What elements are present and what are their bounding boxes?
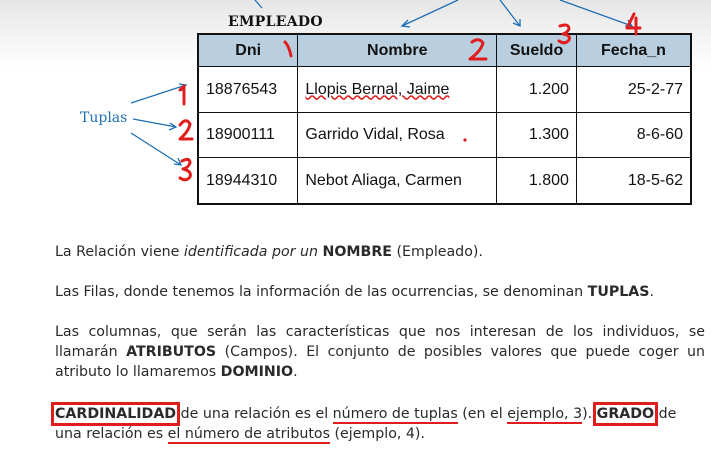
- cell-nombre: Garrido Vidal, Rosa: [297, 111, 498, 159]
- cell-dni: 18876543: [197, 66, 299, 113]
- cell-dni: 18944310: [197, 157, 299, 205]
- bold-text: DOMINIO: [220, 364, 294, 380]
- table-row: 18944310 Nebot Aliaga, Carmen 1.800 18-5…: [197, 157, 692, 205]
- italic-text: identificada por un: [183, 244, 323, 260]
- cell-nombre: Nebot Aliaga, Carmen: [297, 157, 498, 205]
- cardinalidad-boxed: CARDINALIDAD: [50, 402, 181, 426]
- paragraph-relacion: La Relación viene identificada por un NO…: [55, 242, 705, 262]
- text: .: [649, 284, 654, 300]
- column-header-sueldo: Sueldo: [496, 33, 577, 68]
- column-header-dni: Dni: [197, 33, 299, 68]
- table-row: 18876543 Llopis Bernal, Jaime 1.200 25-2…: [197, 66, 692, 113]
- paragraph-columnas: Las columnas, que serán las característi…: [55, 322, 705, 382]
- text: (Empleado).: [391, 244, 483, 260]
- cell-fecha: 8-6-60: [575, 111, 692, 159]
- table-title: EMPLEADO: [228, 14, 323, 30]
- table-row: 18900111 Garrido Vidal, Rosa 1.300 8-6-6…: [197, 111, 692, 159]
- header-row: Dni Nombre Sueldo Fecha_n: [197, 33, 692, 68]
- grado-boxed: GRADO: [592, 402, 659, 426]
- cell-nombre: Llopis Bernal, Jaime: [297, 66, 498, 113]
- tuplas-label: Tuplas: [80, 110, 128, 126]
- cell-sueldo: 1.200: [496, 66, 577, 113]
- text: de una relación es el: [176, 406, 333, 422]
- cell-fecha: 25-2-77: [575, 66, 692, 113]
- cell-sueldo: 1.300: [496, 111, 577, 159]
- underlined-text: número de tuplas: [332, 406, 458, 424]
- text: ).: [582, 406, 597, 422]
- text: (en el: [457, 406, 508, 422]
- text: La Relación viene: [55, 244, 184, 260]
- underlined-text: ejemplo, 3: [507, 406, 583, 424]
- cell-fecha: 18-5-62: [575, 157, 692, 205]
- column-header-fecha: Fecha_n: [575, 33, 692, 68]
- text: .: [293, 364, 298, 380]
- cell-dni: 18900111: [197, 111, 299, 159]
- nombre-text: Llopis Bernal, Jaime: [305, 80, 450, 98]
- bold-text: ATRIBUTOS: [126, 344, 217, 360]
- paragraph-filas: Las Filas, donde tenemos la información …: [55, 282, 705, 302]
- empleado-table: Dni Nombre Sueldo Fecha_n 18876543 Llopi…: [197, 33, 692, 205]
- underlined-text: el número de atributos: [167, 426, 330, 444]
- cell-sueldo: 1.800: [496, 157, 577, 205]
- text: (ejemplo, 4).: [329, 426, 425, 442]
- text: Las Filas, donde tenemos la información …: [55, 284, 588, 300]
- paragraph-cardinalidad: CARDINALIDAD de una relación es el númer…: [50, 402, 705, 444]
- bold-text: NOMBRE: [322, 244, 392, 260]
- column-header-nombre: Nombre: [297, 33, 498, 68]
- bold-text: TUPLAS: [587, 284, 650, 300]
